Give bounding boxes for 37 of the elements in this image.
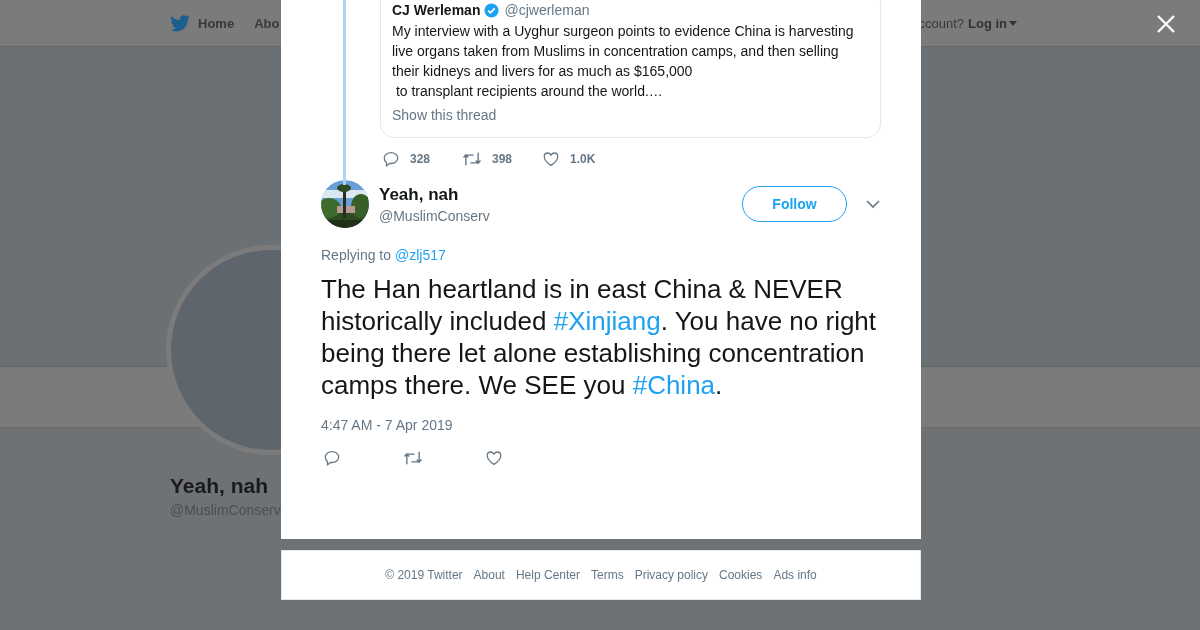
nav-link[interactable]: Abo [254,14,280,32]
chevron-down-icon[interactable] [866,199,880,209]
author-name[interactable]: CJ Werleman [392,2,481,18]
reply-icon[interactable] [323,449,341,467]
replying-label: Replying to [321,247,392,263]
author-handle: @cjwerleman [504,2,590,18]
mention-link[interactable]: @zlj517 [395,247,446,263]
retweet-button[interactable]: 398 [462,150,542,168]
footer-link[interactable]: © 2019 Twitter [385,568,463,582]
author-name[interactable]: Yeah, nah [379,184,742,205]
author-handle: @MuslimConserv [379,207,491,224]
footer-link[interactable]: Cookies [719,568,763,582]
login-link[interactable]: Log in [968,15,1017,31]
reply-icon [382,150,400,168]
retweet-icon[interactable] [403,449,423,467]
bird-icon [170,14,190,32]
caret-icon [1009,20,1017,26]
profile-name: Yeah, nah [170,474,270,498]
footer-link[interactable]: Ads info [773,568,817,582]
tweet-timestamp: 4:47 AM - 7 Apr 2019 [321,417,454,433]
retweet-icon [462,150,482,168]
follow-button[interactable]: Follow [742,186,847,222]
heart-icon [542,150,560,168]
like-icon[interactable] [485,449,503,467]
footer-link[interactable]: Privacy policy [634,568,708,582]
tweet-text: My interview with a Uyghur surgeon points to evidence China is harvesting live organs taken from Muslims in concentration camps, and then selling their kidneys and livers for as much as $165,000 to transplant recipients around the world.… [392,22,855,101]
nav-link[interactable]: Home [170,14,235,32]
show-thread-link[interactable]: Show this thread [392,105,868,125]
hashtag-link[interactable]: #Xinjiang [553,306,661,336]
like-button[interactable]: 1.0K [542,150,602,168]
reply-button[interactable]: 328 [382,150,462,168]
footer-link[interactable]: Help Center [515,568,580,582]
hashtag-link[interactable]: #China [632,370,716,400]
footer-link[interactable]: Terms [591,568,624,582]
tweet-text: The Han heartland is in east China & NEVER historically included #Xinjiang. You have no right being there let alone establishing concentration camps there. We SEE you #China. [321,273,877,401]
close-button[interactable] [1156,14,1176,34]
footer-link[interactable]: About [473,568,505,582]
